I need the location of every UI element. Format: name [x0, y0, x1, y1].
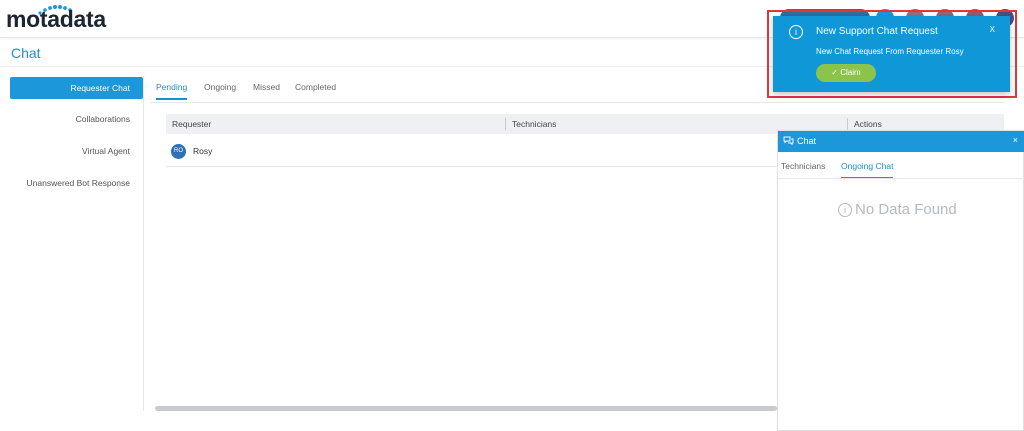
app-logo[interactable]: motadata: [6, 6, 106, 33]
column-header-requester[interactable]: Requester: [172, 119, 211, 129]
column-header-technicians[interactable]: Technicians: [512, 119, 556, 129]
sidebar-item-unanswered-bot-response[interactable]: Unanswered Bot Response: [27, 178, 130, 188]
sidebar-item-collaborations[interactable]: Collaborations: [76, 114, 130, 124]
tab-technicians[interactable]: Technicians: [781, 161, 825, 177]
empty-state-text: No Data Found: [855, 201, 957, 218]
claim-button[interactable]: ✓ Claim: [816, 64, 876, 82]
tabs-divider: [150, 102, 1005, 103]
close-icon[interactable]: ×: [1013, 135, 1018, 145]
tab-pending[interactable]: Pending: [156, 82, 188, 100]
column-separator: [505, 118, 506, 130]
chat-panel-title: Chat: [797, 136, 817, 146]
close-icon[interactable]: X: [990, 25, 995, 34]
claim-label: Claim: [840, 68, 861, 77]
panel-tabs-divider: [778, 178, 1024, 179]
column-separator: [847, 118, 848, 130]
page-title: Chat: [11, 45, 41, 61]
sidebar: Requester Chat Collaborations Virtual Ag…: [10, 76, 144, 411]
chat-panel-header: Chat ×: [778, 131, 1024, 152]
notification-title: New Support Chat Request: [816, 26, 938, 37]
chat-bubbles-icon: [783, 136, 794, 146]
tab-missed[interactable]: Missed: [253, 82, 280, 98]
requester-name: Rosy: [193, 146, 213, 156]
tab-ongoing-chat[interactable]: Ongoing Chat: [841, 161, 894, 179]
column-header-actions: Actions: [854, 119, 882, 129]
check-icon: ✓: [831, 68, 838, 77]
tab-ongoing[interactable]: Ongoing: [204, 82, 236, 98]
notification-message: New Chat Request From Requester Rosy: [816, 47, 964, 56]
info-circle-icon: i: [789, 25, 803, 39]
sidebar-item-virtual-agent[interactable]: Virtual Agent: [82, 146, 130, 156]
chat-panel: Chat × Technicians Ongoing Chat i No Data…: [777, 130, 1024, 431]
sidebar-item-requester-chat[interactable]: Requester Chat: [10, 77, 143, 99]
info-circle-icon: i: [838, 203, 852, 217]
requester-avatar: RO: [171, 144, 186, 159]
empty-state: i No Data Found: [838, 201, 957, 218]
tab-completed[interactable]: Completed: [295, 82, 336, 98]
chat-request-notification: i New Support Chat Request X New Chat Re…: [773, 16, 1010, 92]
horizontal-scrollbar[interactable]: [155, 406, 777, 411]
